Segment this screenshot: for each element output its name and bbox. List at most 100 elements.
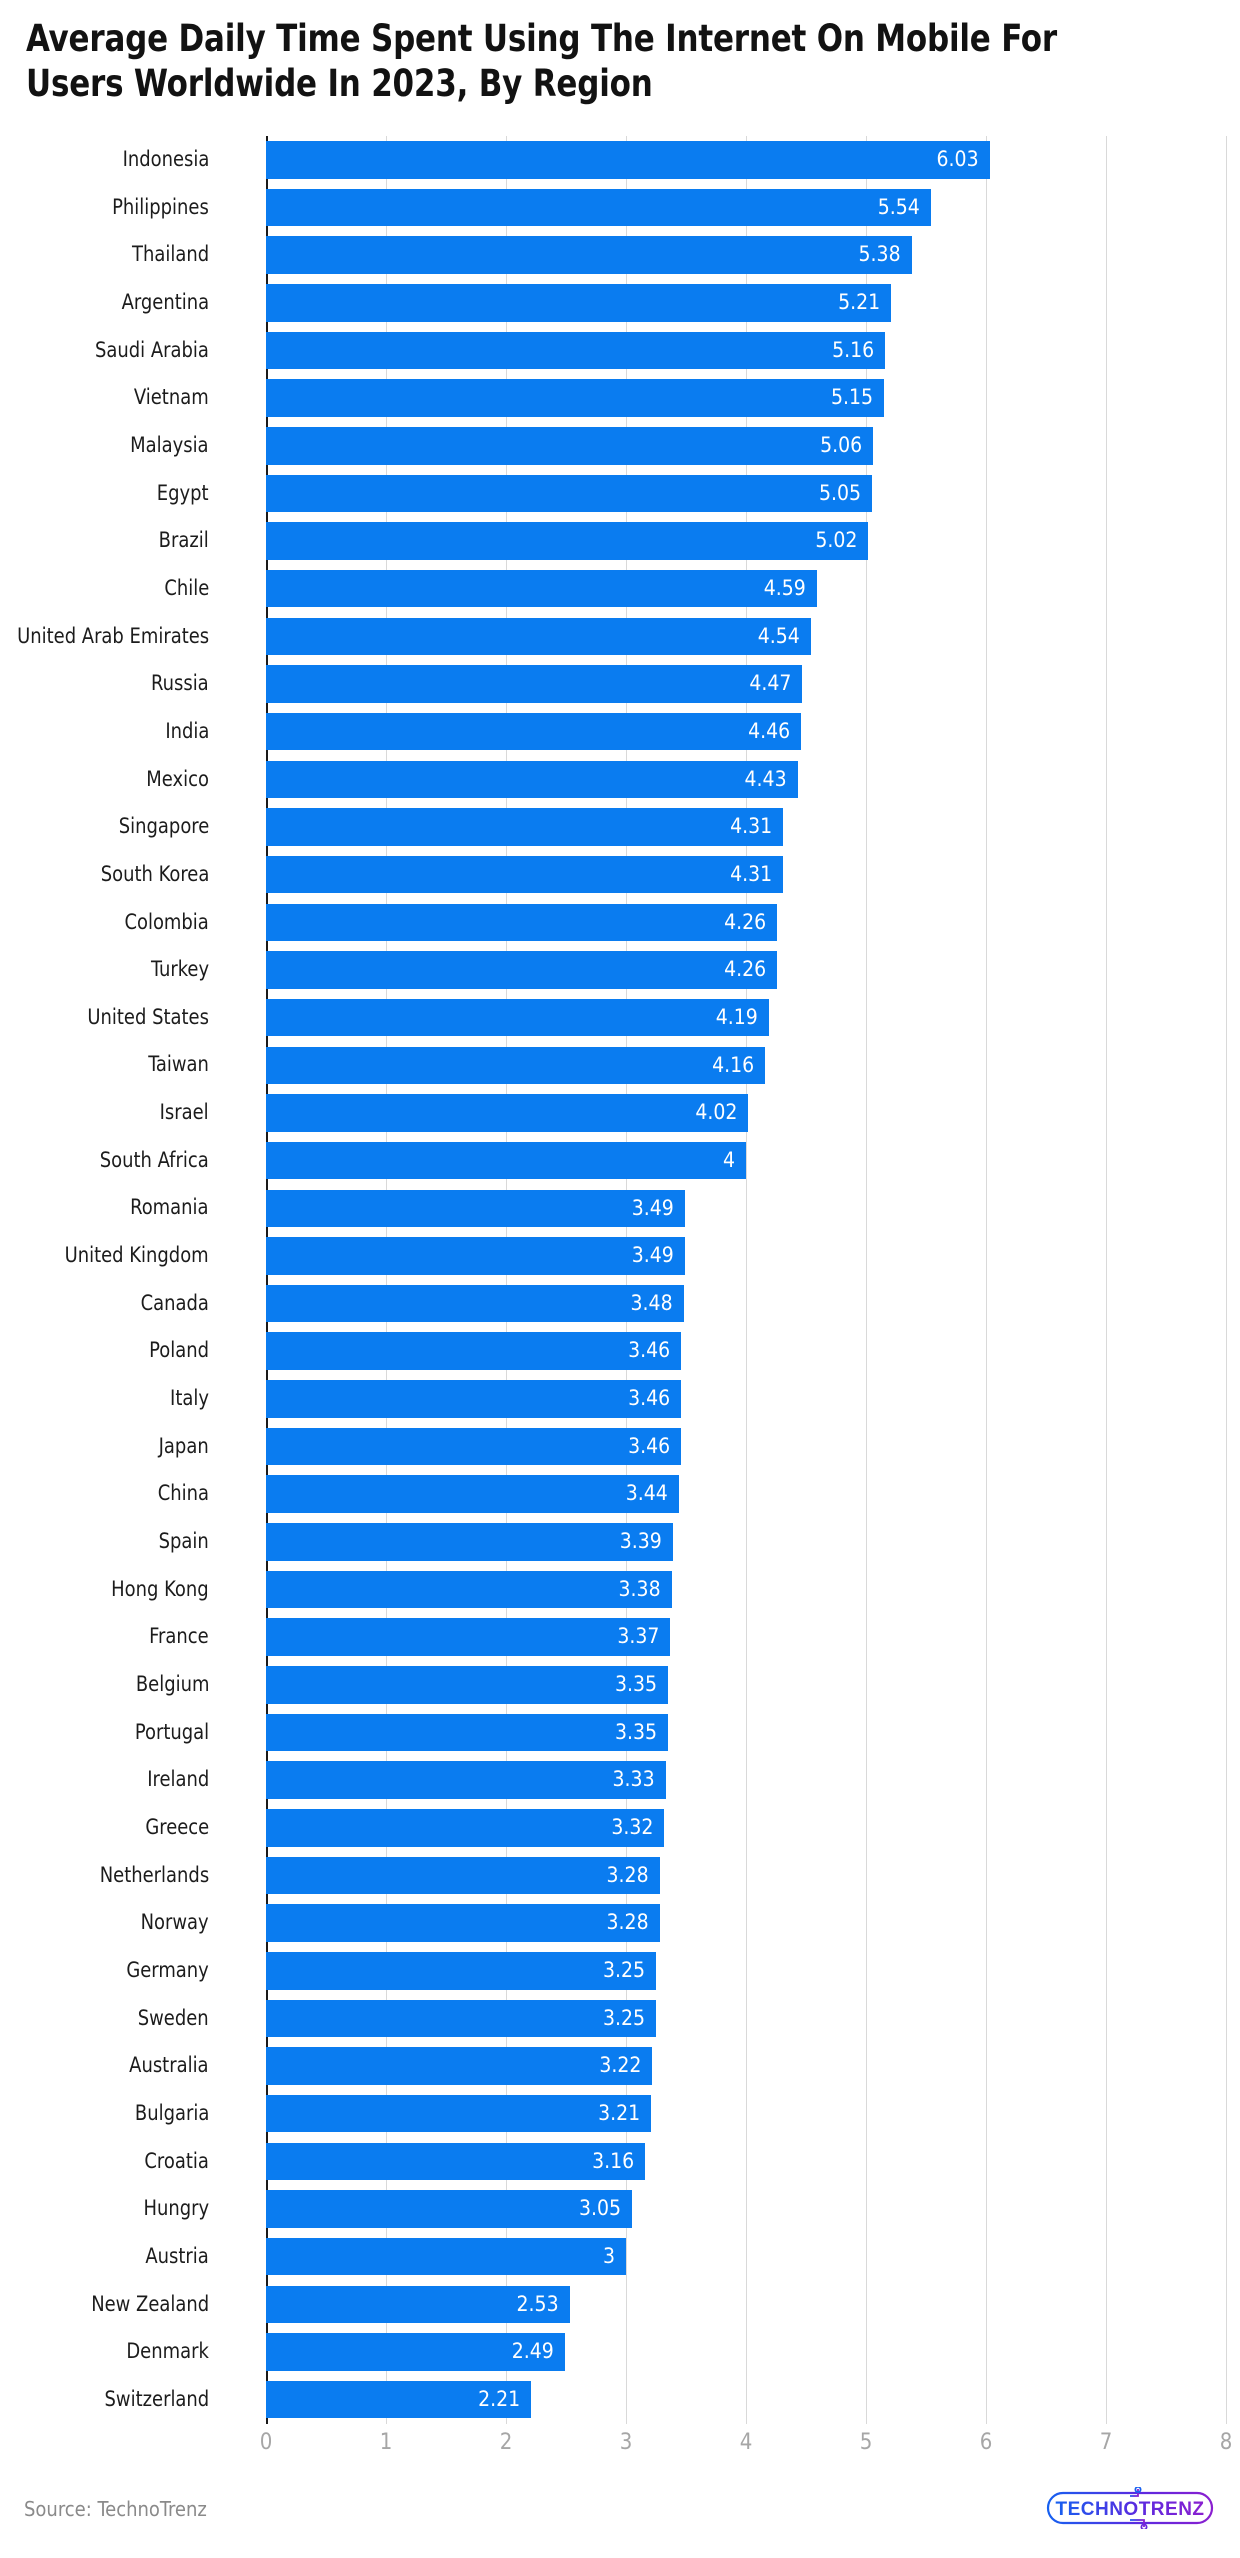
bar-row[interactable]: Croatia 3.16	[0, 2138, 1240, 2186]
bar[interactable]: 3.49	[266, 1237, 685, 1275]
bar[interactable]: 5.06	[266, 427, 874, 465]
bar-row[interactable]: Canada 3.48	[0, 1280, 1240, 1328]
bar[interactable]: 4.54	[266, 617, 811, 656]
bar[interactable]: 3.39	[266, 1523, 673, 1561]
bar[interactable]: 3.35	[266, 1666, 668, 1704]
bar-row[interactable]: Russia 4.47	[0, 660, 1240, 708]
bar[interactable]: 5.54	[266, 188, 931, 227]
bar[interactable]: 4.59	[266, 569, 817, 608]
bar[interactable]: 4.26	[266, 903, 778, 942]
bar-row[interactable]: Denmark 2.49	[0, 2328, 1240, 2376]
category-label: Netherlands	[99, 1862, 209, 1887]
bar[interactable]: 4.19	[266, 998, 769, 1037]
bar-row[interactable]: Norway 3.28	[0, 1899, 1240, 1947]
bar[interactable]: 3.46	[266, 1427, 682, 1466]
bar-row[interactable]: India 4.46	[0, 708, 1240, 756]
bar[interactable]: 3.21	[266, 2094, 652, 2133]
bar[interactable]: 3.46	[266, 1380, 682, 1418]
bar-row[interactable]: Egypt 5.05	[0, 470, 1240, 518]
bar-row[interactable]: Malaysia 5.06	[0, 422, 1240, 470]
bar[interactable]: 3.25	[266, 1952, 656, 1990]
bar-row[interactable]: Sweden 3.25	[0, 1995, 1240, 2043]
bar-row[interactable]: Indonesia 6.03	[0, 136, 1240, 184]
bar-row[interactable]: Belgium 3.35	[0, 1661, 1240, 1709]
bar[interactable]: 4.46	[266, 712, 802, 751]
bar-row[interactable]: Turkey 4.26	[0, 946, 1240, 994]
bar-row[interactable]: Singapore 4.31	[0, 803, 1240, 851]
bar-row[interactable]: Hungry 3.05	[0, 2185, 1240, 2233]
bar[interactable]: 3.28	[266, 1904, 660, 1942]
bar-row[interactable]: Japan 3.46	[0, 1423, 1240, 1471]
bar[interactable]: 3.28	[266, 1856, 660, 1895]
bar[interactable]: 5.05	[266, 474, 872, 513]
bar[interactable]: 4.47	[266, 665, 803, 703]
bar[interactable]: 5.16	[266, 331, 886, 370]
bar[interactable]: 2.53	[266, 2285, 570, 2324]
bar[interactable]: 2.21	[266, 2380, 532, 2419]
bar-row[interactable]: Thailand 5.38	[0, 231, 1240, 279]
bar[interactable]: 3.48	[266, 1284, 684, 1323]
bar[interactable]: 3.35	[266, 1713, 668, 1752]
bar-row[interactable]: Germany 3.25	[0, 1947, 1240, 1995]
bar-row[interactable]: Greece 3.32	[0, 1804, 1240, 1852]
bar[interactable]: 3.37	[266, 1618, 671, 1656]
bar-row[interactable]: United Kingdom 3.49	[0, 1232, 1240, 1280]
bar[interactable]: 3.05	[266, 2190, 632, 2228]
bar-row[interactable]: Netherlands 3.28	[0, 1852, 1240, 1900]
bar-row[interactable]: Mexico 4.43	[0, 756, 1240, 804]
bar[interactable]: 4.26	[266, 951, 778, 989]
bar-row[interactable]: Vietnam 5.15	[0, 374, 1240, 422]
bar-row[interactable]: France 3.37	[0, 1613, 1240, 1661]
bar-row[interactable]: Ireland 3.33	[0, 1756, 1240, 1804]
bar-row[interactable]: Australia 3.22	[0, 2042, 1240, 2090]
bar-row[interactable]: Argentina 5.21	[0, 279, 1240, 327]
bar-row[interactable]: Poland 3.46	[0, 1327, 1240, 1375]
bar[interactable]: 3	[266, 2237, 626, 2276]
bar-row[interactable]: Romania 3.49	[0, 1184, 1240, 1232]
bar[interactable]: 2.49	[266, 2333, 565, 2371]
bar-row[interactable]: Italy 3.46	[0, 1375, 1240, 1423]
bar-row[interactable]: Taiwan 4.16	[0, 1041, 1240, 1089]
bar[interactable]: 3.46	[266, 1332, 682, 1370]
bar-row[interactable]: Philippines 5.54	[0, 184, 1240, 232]
bar[interactable]: 5.15	[266, 379, 884, 417]
bar[interactable]: 3.38	[266, 1570, 672, 1609]
bar[interactable]: 3.49	[266, 1189, 685, 1228]
bar[interactable]: 3.25	[266, 1999, 656, 2038]
bar-row[interactable]: Switzerland 2.21	[0, 2376, 1240, 2424]
bar-row[interactable]: Brazil 5.02	[0, 517, 1240, 565]
bar-row[interactable]: Chile 4.59	[0, 565, 1240, 613]
bar[interactable]: 3.16	[266, 2142, 646, 2181]
bar[interactable]: 4.31	[266, 855, 784, 894]
bar[interactable]: 6.03	[266, 141, 990, 179]
bar-row[interactable]: New Zealand 2.53	[0, 2281, 1240, 2329]
bar-row[interactable]: Austria 3	[0, 2233, 1240, 2281]
bar[interactable]: 4.31	[266, 808, 784, 846]
bar[interactable]: 5.38	[266, 236, 912, 274]
bar[interactable]: 3.22	[266, 2047, 653, 2085]
category-label: Denmark	[126, 2339, 209, 2364]
bar[interactable]: 4.16	[266, 1046, 766, 1085]
bar[interactable]: 3.44	[266, 1475, 679, 1513]
bar-row[interactable]: South Africa 4	[0, 1137, 1240, 1185]
bar-row[interactable]: United Arab Emirates 4.54	[0, 613, 1240, 661]
bar-row[interactable]: Colombia 4.26	[0, 899, 1240, 947]
category-label: France	[149, 1624, 209, 1649]
bar-row[interactable]: Spain 3.39	[0, 1518, 1240, 1566]
bar-row[interactable]: Saudi Arabia 5.16	[0, 327, 1240, 375]
bar-value-label: 3.35	[614, 1719, 657, 1744]
bar[interactable]: 4	[266, 1141, 746, 1180]
bar-row[interactable]: South Korea 4.31	[0, 851, 1240, 899]
bar[interactable]: 4.02	[266, 1094, 749, 1132]
bar-row[interactable]: United States 4.19	[0, 994, 1240, 1042]
bar-row[interactable]: Israel 4.02	[0, 1089, 1240, 1137]
bar[interactable]: 3.33	[266, 1761, 666, 1799]
bar-row[interactable]: Portugal 3.35	[0, 1709, 1240, 1757]
bar-row[interactable]: Bulgaria 3.21	[0, 2090, 1240, 2138]
bar[interactable]: 5.21	[266, 284, 892, 322]
bar[interactable]: 5.02	[266, 522, 869, 560]
bar[interactable]: 4.43	[266, 760, 798, 799]
bar[interactable]: 3.32	[266, 1809, 665, 1847]
bar-row[interactable]: Hong Kong 3.38	[0, 1566, 1240, 1614]
bar-row[interactable]: China 3.44	[0, 1470, 1240, 1518]
